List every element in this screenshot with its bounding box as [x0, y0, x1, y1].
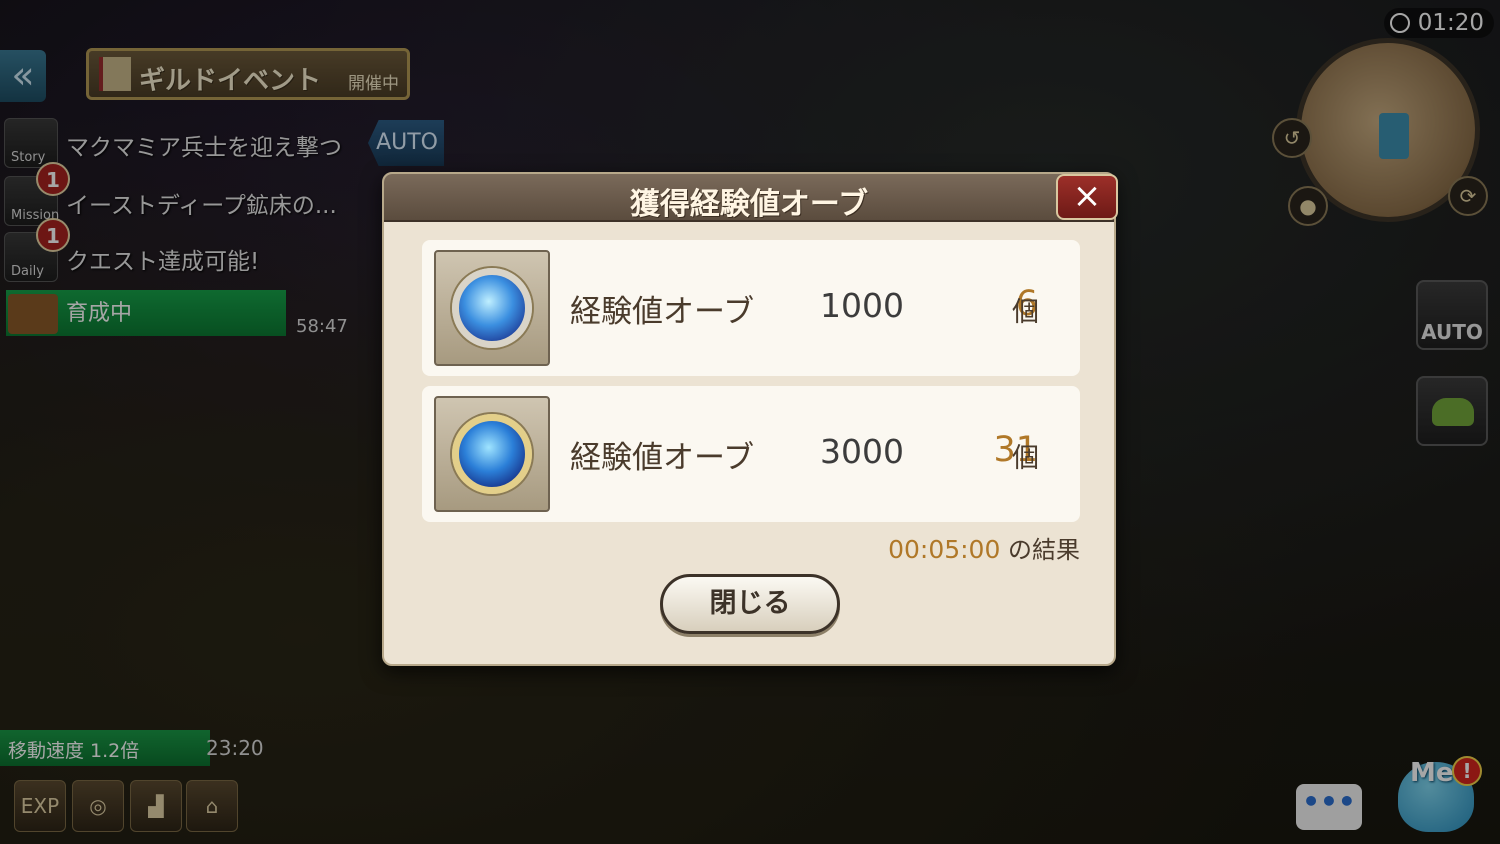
dialog-header: 獲得経験値オーブ [384, 174, 1114, 222]
list-item: 経験値オーブ 3000 31 個 [422, 386, 1080, 522]
exp-orb-small-icon [434, 250, 550, 366]
item-name: 経験値オーブ [570, 440, 755, 476]
exp-orb-large-icon [434, 396, 550, 512]
list-item: 経験値オーブ 1000 6 個 [422, 240, 1080, 376]
item-unit: 個 [1012, 443, 1039, 474]
close-icon[interactable]: × [1056, 174, 1118, 220]
close-button[interactable]: 閉じる [660, 574, 840, 634]
result-time: 00:05:00 [888, 535, 1001, 564]
item-name: 経験値オーブ [570, 294, 755, 330]
result-summary: 00:05:00 の結果 [888, 530, 1080, 565]
dialog-title: 獲得経験値オーブ [629, 187, 869, 222]
item-value: 1000 [820, 286, 904, 325]
item-unit: 個 [1012, 297, 1039, 328]
exp-orb-dialog: 獲得経験値オーブ × 経験値オーブ 1000 6 個 経験値オーブ 3000 3… [382, 172, 1118, 666]
result-suffix: の結果 [1008, 536, 1080, 564]
item-value: 3000 [820, 432, 904, 471]
